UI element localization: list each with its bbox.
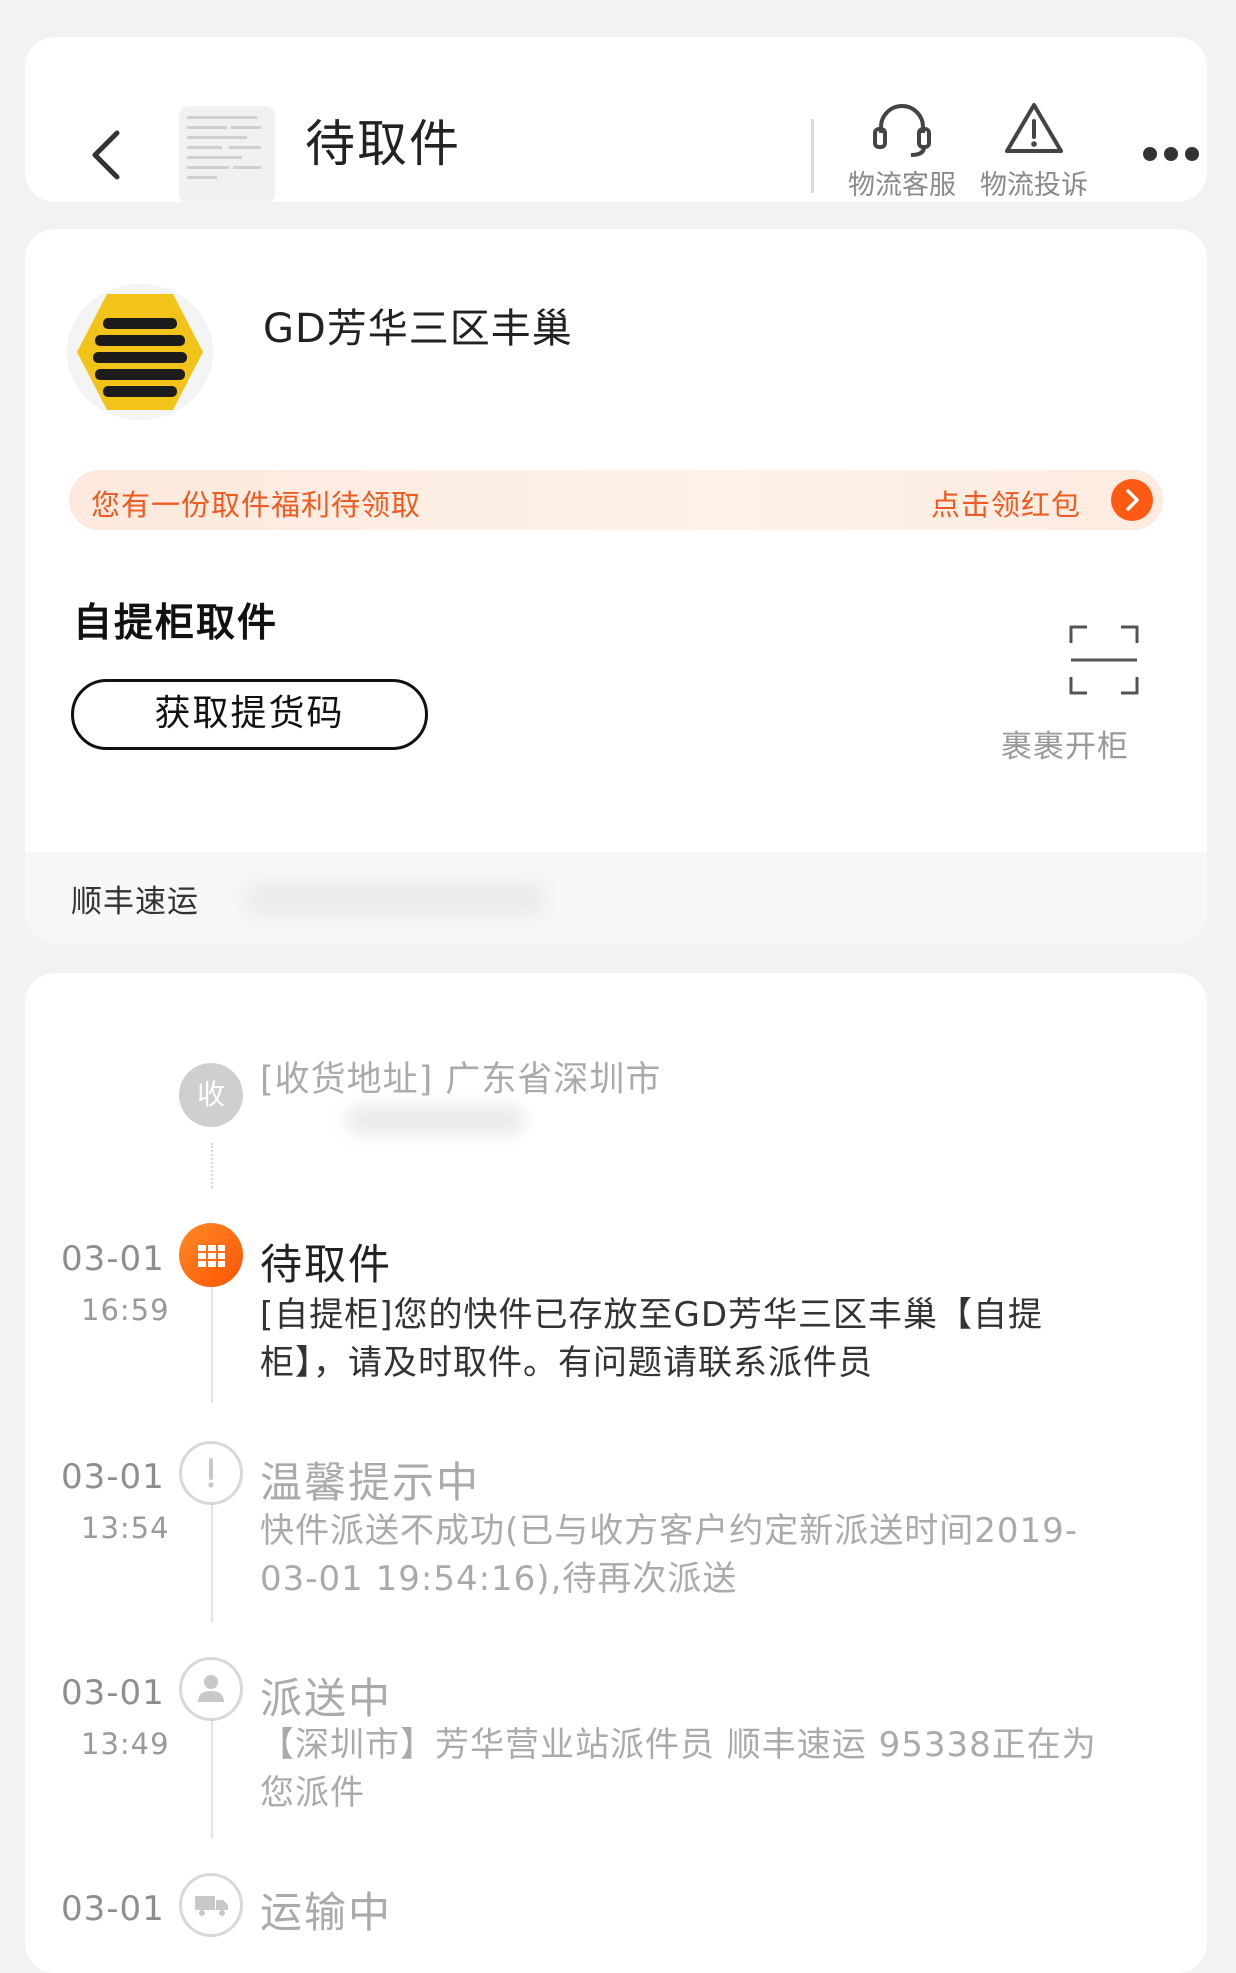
station-name: GD芳华三区丰巢 xyxy=(263,306,573,352)
promo-banner[interactable]: 您有一份取件福利待领取 点击领红包 xyxy=(69,470,1163,530)
top-bar: 待取件 物流客服 物流投诉 xyxy=(25,37,1207,202)
event-status: 派送中 xyxy=(260,1674,393,1723)
logistics-complaint-button[interactable]: 物流投诉 xyxy=(975,99,1093,202)
chevron-right-icon[interactable] xyxy=(1111,479,1153,521)
receive-node: 收 xyxy=(179,1063,243,1127)
scan-frame-icon xyxy=(1069,625,1139,695)
logistics-service-label: 物流客服 xyxy=(848,170,956,201)
station-card: GD芳华三区丰巢 您有一份取件福利待领取 点击领红包 自提柜取件 获取提货码 裹… xyxy=(25,229,1207,943)
package-thumbnail xyxy=(179,106,275,202)
logistics-complaint-label: 物流投诉 xyxy=(980,170,1088,201)
promo-action[interactable]: 点击领红包 xyxy=(931,482,1081,524)
event-description: 【深圳市】芳华营业站派件员 顺丰速运 95338正在为您派件 xyxy=(260,1725,1097,1813)
event-description: 快件派送不成功(已与收方客户约定新派送时间2019-03-01 19:54:16… xyxy=(260,1511,1079,1599)
event-status: 待取件 xyxy=(260,1240,393,1289)
locker-grid-icon xyxy=(179,1223,243,1287)
redacted-address xyxy=(345,1105,525,1135)
promo-text: 您有一份取件福利待领取 xyxy=(91,488,422,522)
header-divider xyxy=(811,119,814,193)
redacted-tracking-number xyxy=(245,882,545,916)
open-locker-button[interactable]: 裹裹开柜 xyxy=(1001,623,1155,773)
event-time: 13:54 xyxy=(81,1511,170,1545)
exclamation-icon xyxy=(179,1441,243,1505)
courier-name: 顺丰速运 xyxy=(71,884,199,920)
truck-icon xyxy=(179,1873,243,1937)
tracking-timeline: 收 [收货地址] 广东省深圳市 03-01 16:59 待取件 [自提柜]您的快… xyxy=(25,973,1207,1973)
event-status: 温馨提示中 xyxy=(260,1458,481,1507)
headset-icon xyxy=(873,104,931,157)
event-date: 03-01 xyxy=(61,1673,165,1713)
chevron-left-icon xyxy=(92,130,120,180)
page-title: 待取件 xyxy=(305,115,461,173)
event-status: 运输中 xyxy=(260,1888,393,1937)
warning-triangle-icon xyxy=(1005,103,1063,153)
logistics-service-button[interactable]: 物流客服 xyxy=(843,99,961,202)
get-pickup-code-button[interactable]: 获取提货码 xyxy=(71,679,428,750)
station-logo xyxy=(67,284,213,420)
timeline-connector xyxy=(211,1143,213,1188)
delivery-address: [收货地址] 广东省深圳市 xyxy=(260,1060,662,1100)
person-icon xyxy=(179,1657,243,1721)
more-dots-icon[interactable] xyxy=(1143,147,1199,165)
event-description: [自提柜]您的快件已存放至GD芳华三区丰巢【自提柜】，请及时取件。有问题请联系派… xyxy=(260,1295,1044,1383)
event-date: 03-01 xyxy=(61,1239,165,1279)
hive-logo-icon xyxy=(77,294,203,410)
event-time: 16:59 xyxy=(81,1293,170,1327)
event-date: 03-01 xyxy=(61,1457,165,1497)
event-date: 03-01 xyxy=(61,1889,165,1929)
courier-bar[interactable]: 顺丰速运 xyxy=(25,852,1207,943)
back-button[interactable] xyxy=(83,125,137,185)
event-time: 13:49 xyxy=(81,1727,170,1761)
locker-pickup-heading: 自提柜取件 xyxy=(73,601,279,646)
open-locker-label: 裹裹开柜 xyxy=(1001,729,1129,765)
